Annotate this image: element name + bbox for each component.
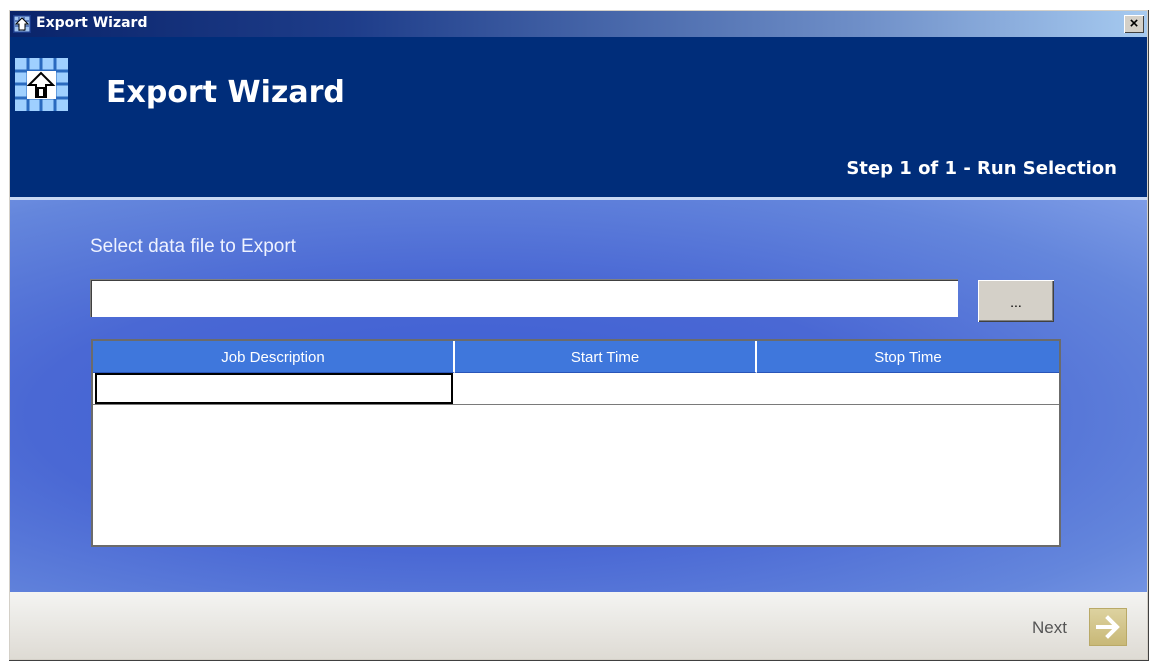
table-header: Job Description Start Time Stop Time <box>93 341 1059 373</box>
column-header-stop-time[interactable]: Stop Time <box>757 341 1059 373</box>
window-title: Export Wizard <box>36 15 148 31</box>
select-file-label: Select data file to Export <box>90 236 296 257</box>
close-button[interactable]: × <box>1124 15 1144 33</box>
column-header-start-time[interactable]: Start Time <box>455 341 757 373</box>
wizard-header: Export Wizard Step 1 of 1 - Run Selectio… <box>10 37 1147 200</box>
runs-table[interactable]: Job Description Start Time Stop Time <box>91 339 1061 547</box>
wizard-title: Export Wizard <box>106 75 345 110</box>
browse-button[interactable]: ... <box>978 280 1054 322</box>
file-path-input[interactable] <box>90 279 958 317</box>
table-cell-selected[interactable] <box>95 373 453 404</box>
wizard-content: Select data file to Export ... Job Descr… <box>10 200 1147 592</box>
next-label[interactable]: Next <box>1032 618 1067 638</box>
step-indicator: Step 1 of 1 - Run Selection <box>846 158 1117 179</box>
title-bar[interactable]: Export Wizard × <box>10 11 1147 37</box>
arrow-right-icon[interactable] <box>1089 608 1127 646</box>
table-row[interactable] <box>93 373 1059 405</box>
export-wizard-window: Export Wizard × Export Wizard Step 1 of … <box>8 9 1149 661</box>
export-house-icon <box>14 57 69 112</box>
wizard-footer: Next <box>10 592 1147 659</box>
export-house-icon <box>13 15 31 33</box>
column-header-job-description[interactable]: Job Description <box>93 341 455 373</box>
